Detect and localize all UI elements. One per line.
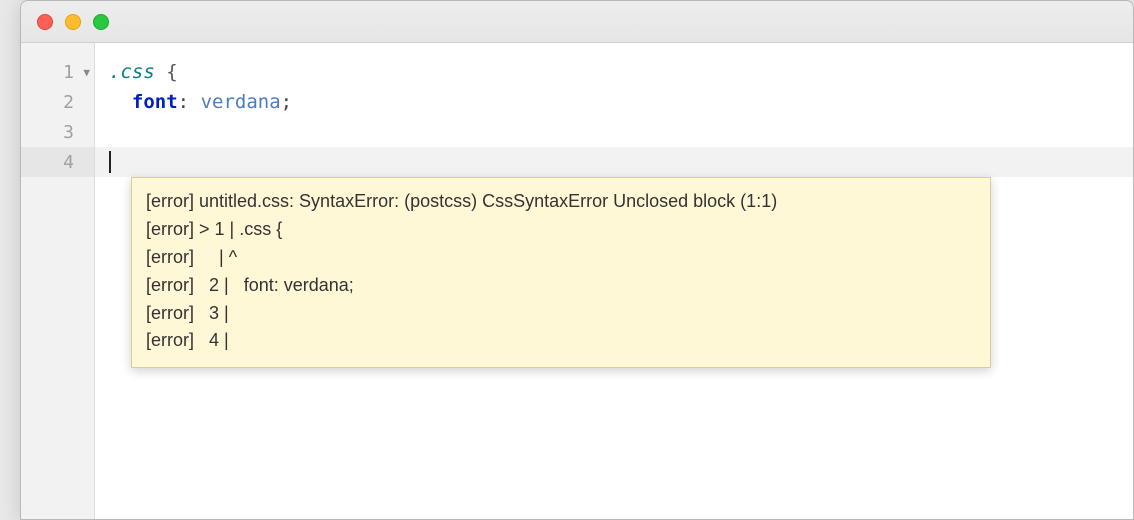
titlebar[interactable] <box>21 1 1133 43</box>
maximize-icon[interactable] <box>93 14 109 30</box>
token-punct: ; <box>281 91 292 113</box>
tooltip-line: [error] 2 | font: verdana; <box>146 272 976 300</box>
code-line[interactable] <box>95 147 1133 177</box>
editor-area: 1▼234 .css { font: verdana; [error] unti… <box>21 43 1133 519</box>
line-number: 3 <box>63 122 74 143</box>
minimize-icon[interactable] <box>65 14 81 30</box>
gutter-line[interactable]: 2 <box>21 87 94 117</box>
token-punct: : <box>178 91 189 113</box>
token-selector: .css <box>109 61 155 83</box>
token-property: font <box>132 91 178 113</box>
close-icon[interactable] <box>37 14 53 30</box>
tooltip-line: [error] 4 | <box>146 327 976 355</box>
token-value: verdana <box>201 91 281 113</box>
token-brace: { <box>166 61 177 83</box>
gutter-line[interactable]: 3 <box>21 117 94 147</box>
error-tooltip: [error] untitled.css: SyntaxError: (post… <box>131 177 991 368</box>
gutter-line[interactable]: 1▼ <box>21 57 94 87</box>
gutter-line[interactable]: 4 <box>21 147 94 177</box>
token-space <box>155 61 166 83</box>
token-space <box>189 91 200 113</box>
gutter[interactable]: 1▼234 <box>21 43 95 519</box>
code-area[interactable]: .css { font: verdana; [error] untitled.c… <box>95 43 1133 519</box>
editor-window: 1▼234 .css { font: verdana; [error] unti… <box>20 0 1134 520</box>
code-line[interactable]: font: verdana; <box>95 87 1133 117</box>
code-line[interactable] <box>95 117 1133 147</box>
tooltip-line: [error] > 1 | .css { <box>146 216 976 244</box>
tooltip-line: [error] untitled.css: SyntaxError: (post… <box>146 188 976 216</box>
line-number: 2 <box>63 92 74 113</box>
text-cursor <box>109 151 111 173</box>
code-line[interactable]: .css { <box>95 57 1133 87</box>
line-number: 4 <box>63 152 74 173</box>
token-space <box>109 91 132 113</box>
tooltip-line: [error] | ^ <box>146 244 976 272</box>
tooltip-line: [error] 3 | <box>146 300 976 328</box>
fold-icon[interactable]: ▼ <box>83 66 90 79</box>
line-number: 1 <box>63 62 74 83</box>
